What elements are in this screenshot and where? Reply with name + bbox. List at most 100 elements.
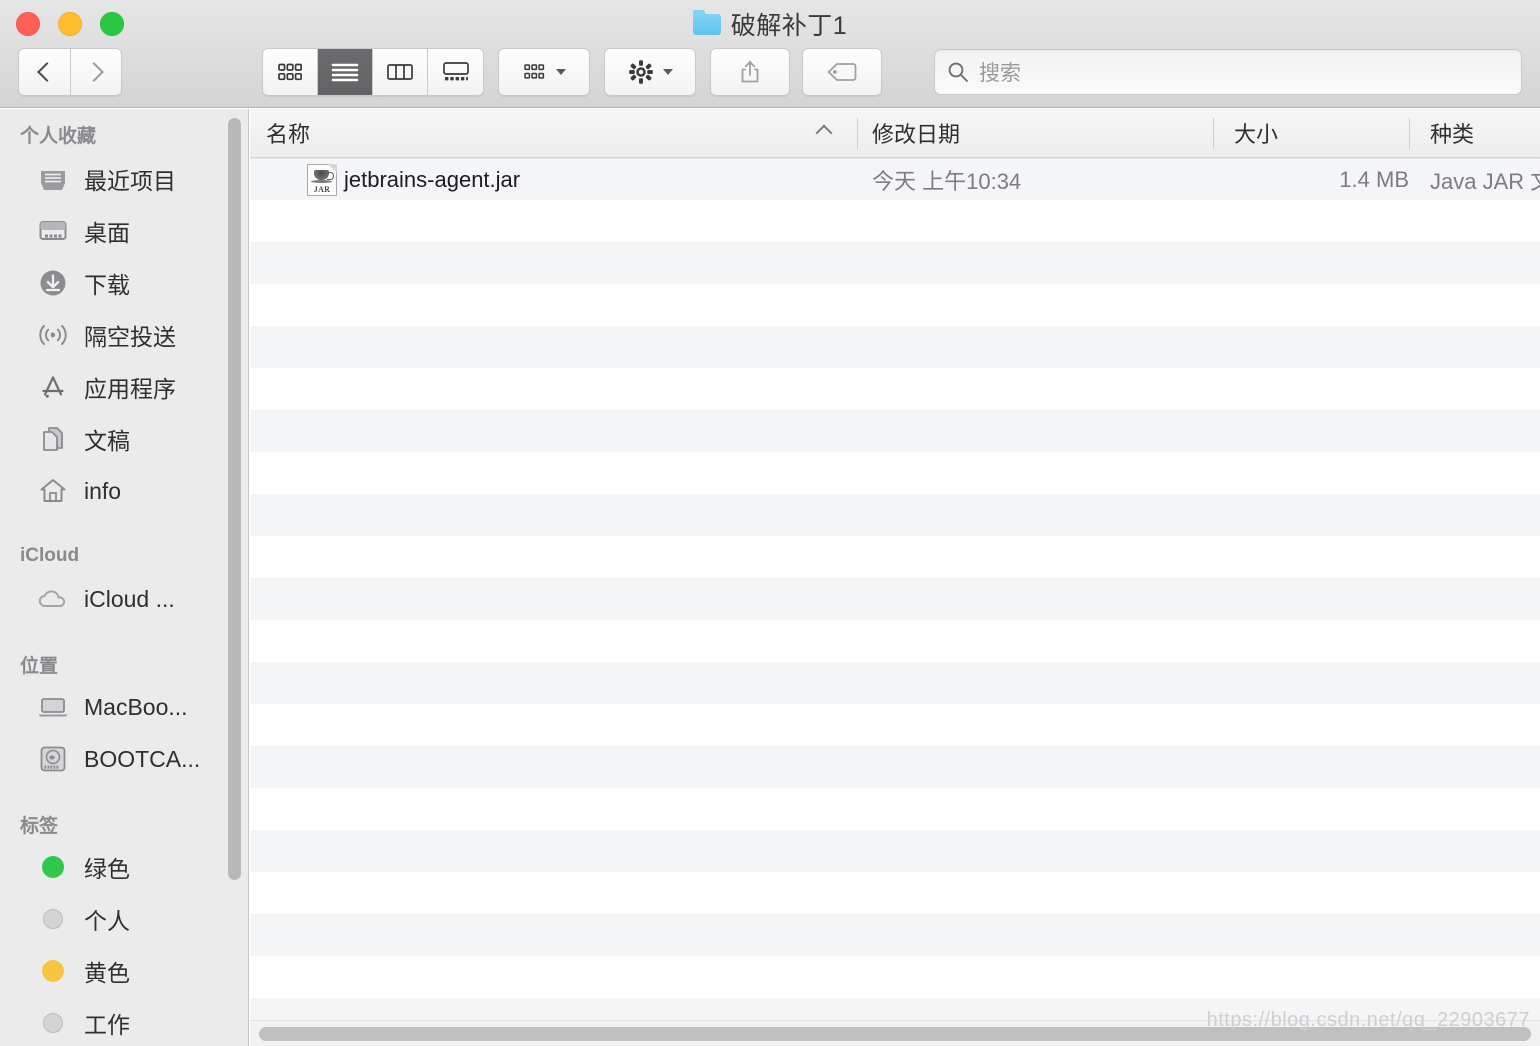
sidebar-item-label: 隔空投送 (84, 324, 176, 350)
tag-dot-yellow-icon (36, 954, 70, 988)
home-icon (36, 474, 70, 508)
column-header-kind[interactable]: 种类 (1430, 109, 1474, 157)
horizontal-scrollbar-track[interactable] (250, 1020, 1540, 1046)
back-button[interactable] (18, 48, 70, 96)
tag-icon (827, 63, 857, 81)
gallery-view-button[interactable] (428, 49, 483, 95)
sidebar-scrollbar[interactable] (228, 118, 241, 880)
file-list-pane: 名称 修改日期 大小 种类 JAR jetbrains-agent.jar 今天… (250, 109, 1540, 1046)
chevron-left-icon (36, 62, 57, 82)
empty-row (250, 746, 1540, 788)
cell-size: 1.4 MB (1339, 167, 1409, 192)
empty-row (250, 368, 1540, 410)
cell-kind: Java JAR 文 (1430, 169, 1540, 194)
sidebar-item-label: 个人 (84, 908, 130, 934)
column-header-name[interactable]: 名称 (266, 109, 310, 157)
sidebar-item-bootcamp[interactable]: BOOTCA... (0, 733, 248, 785)
window-title-bar: 破解补丁1 (0, 8, 1540, 40)
sidebar-item-macbook[interactable]: MacBoo... (0, 681, 248, 733)
downloads-icon (36, 266, 70, 300)
sidebar-item-label: 绿色 (84, 856, 130, 882)
sidebar-item-applications[interactable]: 应用程序 (0, 361, 248, 413)
harddisk-icon (36, 742, 70, 776)
chevron-down-icon (555, 69, 566, 75)
sidebar-item-label: 文稿 (84, 428, 130, 454)
horizontal-scrollbar-thumb[interactable] (259, 1027, 1531, 1041)
column-divider[interactable] (1409, 118, 1410, 149)
forward-button[interactable] (70, 48, 122, 96)
sidebar-item-label: MacBoo... (84, 693, 188, 720)
sidebar-item-label: iCloud ... (84, 585, 175, 612)
arrange-icon (523, 64, 544, 79)
empty-row (250, 452, 1540, 494)
sidebar-item-label: 桌面 (84, 220, 130, 246)
share-button[interactable] (710, 48, 790, 96)
empty-row (250, 788, 1540, 830)
airdrop-icon (36, 318, 70, 352)
column-divider[interactable] (1213, 118, 1214, 149)
documents-icon (36, 422, 70, 456)
empty-row (250, 872, 1540, 914)
search-field[interactable]: 搜索 (934, 49, 1522, 95)
empty-row (250, 494, 1540, 536)
desktop-icon (36, 214, 70, 248)
list-view-button[interactable] (318, 49, 373, 95)
list-icon (331, 63, 359, 82)
sidebar-item-home[interactable]: info (0, 465, 248, 517)
sidebar-item-label: 工作 (84, 1012, 130, 1038)
sidebar-item-documents[interactable]: 文稿 (0, 413, 248, 465)
column-header-date-modified[interactable]: 修改日期 (872, 109, 960, 157)
action-menu-button[interactable] (604, 48, 696, 96)
sidebar-item-tag-personal[interactable]: 个人 (0, 893, 248, 945)
tag-button[interactable] (802, 48, 882, 96)
sidebar[interactable]: 个人收藏 最近项目 桌面 下载 隔空投送 应用程序 文稿 info iCloud… (0, 109, 249, 1046)
empty-row (250, 242, 1540, 284)
sidebar-item-icloud-drive[interactable]: iCloud ... (0, 573, 248, 625)
grid-icon (278, 63, 302, 81)
empty-row (250, 284, 1540, 326)
column-divider[interactable] (857, 118, 858, 149)
icon-view-button[interactable] (263, 49, 318, 95)
tag-dot-grey-icon (36, 1006, 70, 1040)
sidebar-item-downloads[interactable]: 下载 (0, 257, 248, 309)
chevron-right-icon (84, 62, 104, 82)
arrange-button[interactable] (498, 48, 590, 96)
sidebar-item-recents[interactable]: 最近项目 (0, 153, 248, 205)
page-title: 破解补丁1 (730, 12, 848, 40)
gallery-icon (442, 62, 469, 81)
sidebar-item-label: BOOTCA... (84, 745, 201, 772)
recents-icon (36, 162, 70, 196)
sidebar-item-tag-yellow[interactable]: 黄色 (0, 945, 248, 997)
empty-row (250, 200, 1540, 242)
sidebar-item-airdrop[interactable]: 隔空投送 (0, 309, 248, 361)
window-toolbar: 破解补丁1 搜索 (0, 0, 1540, 108)
sidebar-section-locations-header: 位置 (20, 655, 59, 677)
sidebar-item-label: 黄色 (84, 960, 130, 986)
view-mode-switcher (262, 48, 484, 96)
search-input[interactable]: 搜索 (979, 57, 1021, 87)
columns-icon (387, 64, 413, 80)
empty-row (250, 704, 1540, 746)
file-list-rows: JAR jetbrains-agent.jar 今天 上午10:34 1.4 M… (250, 158, 1540, 1046)
empty-row (250, 662, 1540, 704)
folder-icon (692, 9, 721, 35)
sidebar-item-desktop[interactable]: 桌面 (0, 205, 248, 257)
sort-ascending-icon (815, 124, 833, 142)
sidebar-item-tag-work[interactable]: 工作 (0, 997, 248, 1046)
cell-name: jetbrains-agent.jar (344, 167, 521, 192)
sidebar-item-label: 应用程序 (84, 376, 176, 402)
sidebar-section-favorites-header: 个人收藏 (20, 125, 97, 147)
empty-row (250, 410, 1540, 452)
finder-window: 破解补丁1 搜索 个人收藏 最近项目 桌面 下载 隔空投送 应用程序 文稿 in… (0, 0, 1540, 1046)
laptop-icon (36, 690, 70, 724)
chevron-down-icon (662, 69, 673, 75)
applications-icon (36, 370, 70, 404)
table-row[interactable]: JAR jetbrains-agent.jar 今天 上午10:34 1.4 M… (250, 158, 1540, 200)
icloud-icon (36, 582, 70, 616)
empty-row (250, 578, 1540, 620)
empty-row (250, 620, 1540, 662)
sidebar-item-tag-green[interactable]: 绿色 (0, 841, 248, 893)
column-header-size[interactable]: 大小 (1234, 109, 1278, 157)
column-view-button[interactable] (373, 49, 428, 95)
search-icon (948, 62, 968, 82)
